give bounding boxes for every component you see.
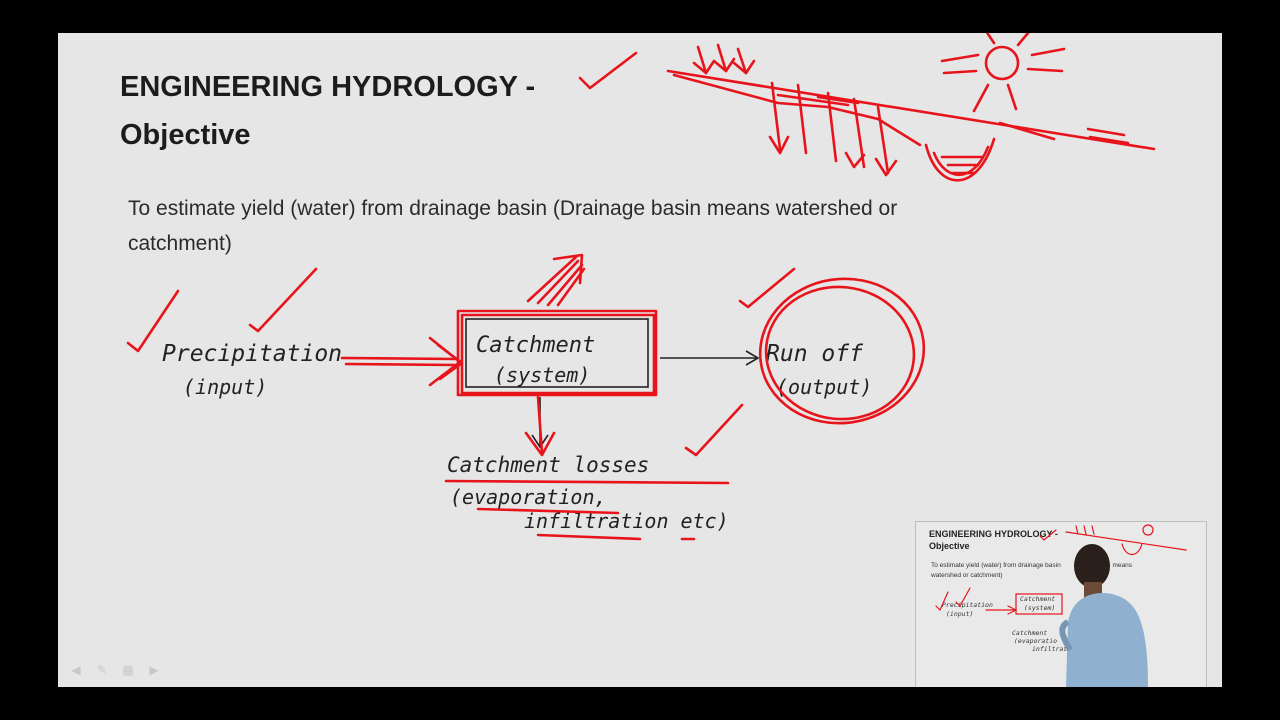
catchment-highlight bbox=[460, 313, 656, 395]
presentation-toolbar: ◀ ✎ ▦ ▶ bbox=[68, 663, 162, 677]
input-arrowhead bbox=[428, 336, 462, 387]
inset-catchment-box bbox=[1015, 593, 1063, 615]
input-tick-1 bbox=[126, 289, 180, 353]
catchment-box bbox=[465, 318, 649, 388]
losses-underline bbox=[444, 479, 730, 485]
evaporation-underline bbox=[476, 507, 620, 515]
hydrologic-cycle-sketch bbox=[666, 33, 1156, 182]
presenter-head bbox=[1074, 544, 1110, 588]
pen-icon[interactable]: ✎ bbox=[94, 663, 110, 677]
outflow-arrows bbox=[998, 121, 1130, 145]
title-tick bbox=[578, 51, 638, 90]
next-icon[interactable]: ▶ bbox=[146, 663, 162, 677]
sun-rays bbox=[940, 33, 1066, 113]
pointer-icon[interactable]: ◀ bbox=[68, 663, 84, 677]
evaporation-arrows bbox=[526, 255, 586, 307]
inset-red-ink bbox=[935, 524, 1187, 615]
input-arrow-2 bbox=[344, 362, 458, 367]
runoff-circle bbox=[758, 277, 926, 425]
slides-icon[interactable]: ▦ bbox=[120, 663, 136, 677]
inset-input-arrow bbox=[985, 605, 1018, 615]
infiltration-underline bbox=[536, 533, 642, 541]
inset-title-tick bbox=[1039, 529, 1057, 541]
inset-input-ticks bbox=[935, 587, 971, 612]
inset-sun-icon bbox=[1142, 524, 1154, 536]
input-tick-2 bbox=[248, 267, 318, 333]
catchment-highlight-2 bbox=[456, 309, 658, 397]
diagram-ink bbox=[465, 318, 760, 449]
presenter-figure bbox=[1059, 544, 1148, 687]
ground-line bbox=[666, 69, 1156, 151]
sun-icon bbox=[984, 45, 1020, 81]
input-arrow bbox=[340, 356, 458, 361]
presenter-shirt bbox=[1066, 593, 1148, 687]
stream-basin-inner bbox=[932, 145, 990, 177]
inset-drawing bbox=[935, 524, 1187, 687]
inset-stream bbox=[1121, 543, 1143, 556]
red-annotations bbox=[126, 33, 1156, 541]
presentation-slide: ENGINEERING HYDROLOGY - Objective To est… bbox=[58, 33, 1222, 687]
losses-tick bbox=[684, 403, 744, 457]
video-inset: ENGINEERING HYDROLOGY - Objective To est… bbox=[915, 521, 1207, 687]
